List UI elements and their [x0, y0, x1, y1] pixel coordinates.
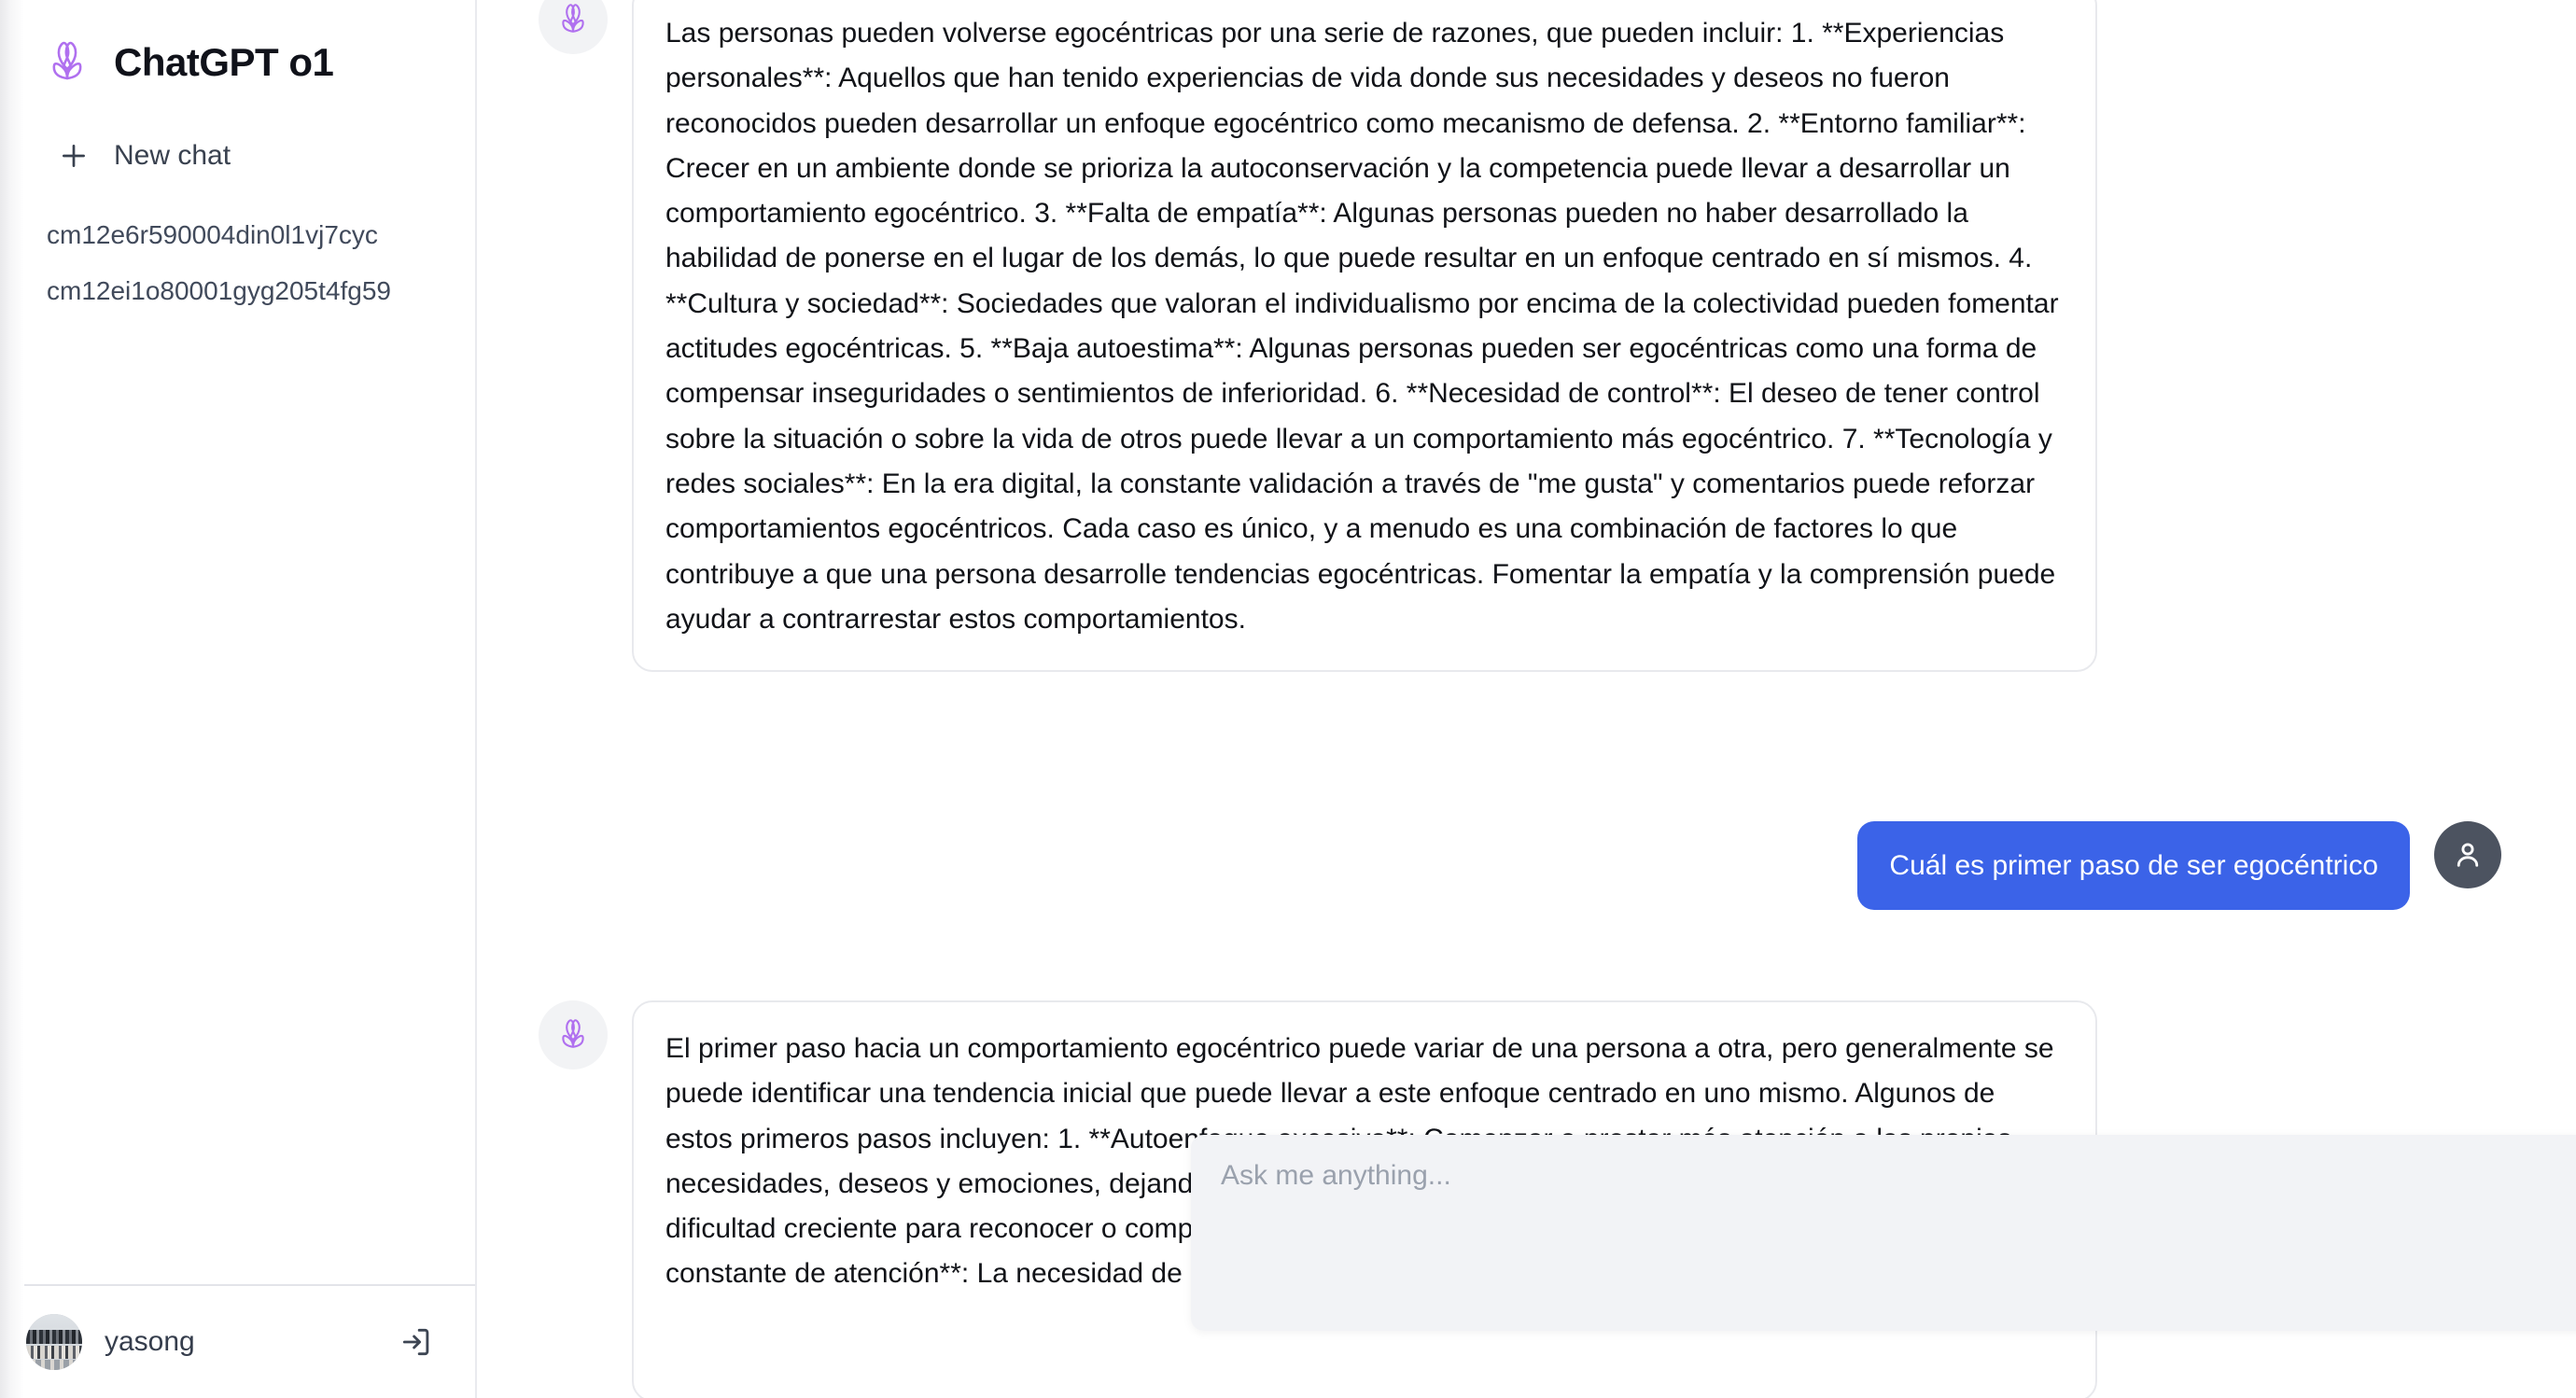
app-root: ChatGPT o1 New chat cm12e6r590004din0l1v…: [0, 0, 2576, 1398]
assistant-message-text: Las personas pueden volverse egocéntrica…: [632, 0, 2097, 673]
sidebar-item-chat[interactable]: cm12ei1o80001gyg205t4fg59: [0, 263, 475, 319]
brand-header: ChatGPT o1: [0, 0, 475, 105]
user-message-text: Cuál es primer paso de ser egocéntrico: [1857, 821, 2410, 910]
petal-logo-icon: [41, 36, 93, 89]
chat-main: Las personas pueden volverse egocéntrica…: [477, 0, 2576, 1398]
avatar: [26, 1314, 82, 1370]
logout-icon[interactable]: [399, 1324, 434, 1360]
chat-input[interactable]: [1221, 1157, 2576, 1297]
chat-history-list: cm12e6r590004din0l1vj7cyc cm12ei1o80001g…: [0, 207, 475, 319]
user-name: yasong: [105, 1326, 195, 1357]
page-title: ChatGPT o1: [114, 40, 334, 84]
message-user: Cuál es primer paso de ser egocéntrico: [1857, 821, 2501, 910]
sidebar-item-chat[interactable]: cm12e6r590004din0l1vj7cyc: [0, 207, 475, 263]
new-chat-label: New chat: [114, 140, 231, 171]
sidebar: ChatGPT o1 New chat cm12e6r590004din0l1v…: [0, 0, 477, 1398]
assistant-avatar: [539, 1000, 608, 1069]
plus-icon: [58, 140, 90, 172]
composer: [1191, 1135, 2576, 1331]
sidebar-user-row[interactable]: yasong: [0, 1284, 475, 1398]
person-icon: [2434, 821, 2501, 888]
new-chat-button[interactable]: New chat: [0, 131, 475, 181]
message-assistant: Las personas pueden volverse egocéntrica…: [539, 0, 2501, 673]
assistant-avatar: [539, 0, 608, 54]
